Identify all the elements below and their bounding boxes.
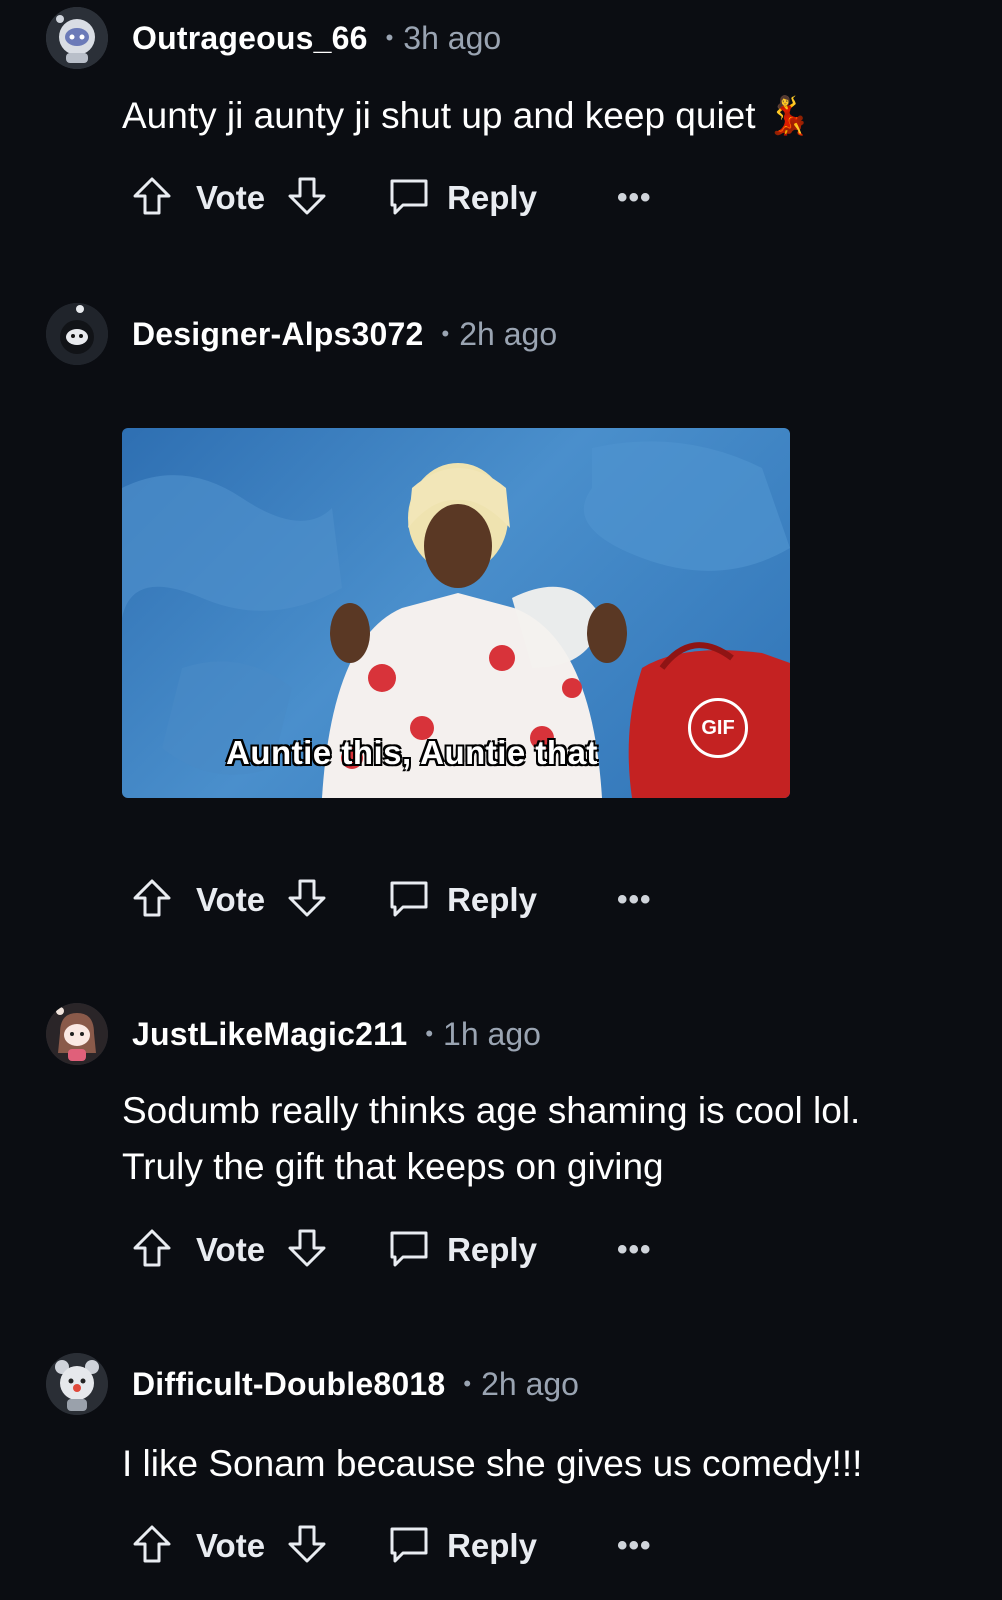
snoo-girl-icon	[46, 1003, 108, 1065]
reply-button[interactable]: Reply	[447, 179, 537, 217]
avatar[interactable]	[46, 1353, 108, 1415]
comment-text-line: Sodumb really thinks age shaming is cool…	[122, 1090, 861, 1131]
gif-embed[interactable]: Auntie this, Auntie that GIF	[122, 428, 790, 798]
comment-header: Outrageous_66 • 3h ago	[46, 6, 501, 70]
comment-text-line: Truly the gift that keeps on giving	[122, 1146, 664, 1187]
vote-label: Vote	[196, 179, 266, 216]
username[interactable]: JustLikeMagic211	[132, 1016, 407, 1053]
downvote-icon[interactable]	[285, 174, 329, 223]
reply-button[interactable]: Reply	[447, 881, 537, 919]
comment-text: I like Sonam because she gives us comedy…	[122, 1443, 863, 1484]
timestamp: 2h ago	[459, 315, 558, 352]
more-options-button[interactable]: •••	[617, 883, 652, 917]
reply-icon[interactable]	[387, 174, 431, 223]
username[interactable]: Difficult-Double8018	[132, 1366, 445, 1403]
upvote-icon[interactable]	[130, 876, 174, 925]
comment-actions: Vote Reply •••	[130, 1220, 651, 1280]
more-options-button[interactable]: •••	[617, 1529, 652, 1563]
timestamp: 1h ago	[443, 1015, 541, 1052]
upvote-icon[interactable]	[130, 1522, 174, 1571]
reply-button[interactable]: Reply	[447, 1527, 537, 1565]
timestamp: 2h ago	[481, 1365, 579, 1402]
comment-actions: Vote Reply •••	[130, 168, 651, 228]
more-options-button[interactable]: •••	[617, 1233, 652, 1267]
reply-button[interactable]: Reply	[447, 1231, 537, 1269]
comment-text: Aunty ji aunty ji shut up and keep quiet…	[122, 95, 812, 136]
gif-caption: Auntie this, Auntie that	[226, 734, 598, 771]
snoo-bear-icon	[46, 1353, 108, 1415]
vote-label: Vote	[196, 881, 266, 918]
upvote-icon[interactable]	[130, 1226, 174, 1275]
timestamp: 3h ago	[403, 19, 502, 56]
avatar[interactable]	[46, 1003, 108, 1065]
separator-dot: •	[441, 321, 450, 346]
comment-actions: Vote Reply •••	[130, 870, 651, 930]
comment-header: JustLikeMagic211 • 1h ago	[46, 1002, 541, 1066]
downvote-icon[interactable]	[285, 876, 329, 925]
gif-badge: GIF	[688, 698, 748, 758]
separator-dot: •	[425, 1021, 434, 1046]
username[interactable]: Designer-Alps3072	[132, 316, 424, 353]
reply-icon[interactable]	[387, 876, 431, 925]
comment-header: Designer-Alps3072 • 2h ago	[46, 302, 557, 366]
vote-label: Vote	[196, 1231, 266, 1268]
separator-dot: •	[385, 25, 394, 50]
reply-icon[interactable]	[387, 1226, 431, 1275]
comment-text: Sodumb really thinks age shaming is cool…	[122, 1083, 942, 1195]
downvote-icon[interactable]	[285, 1522, 329, 1571]
comment-actions: Vote Reply •••	[130, 1516, 651, 1576]
more-options-button[interactable]: •••	[617, 181, 652, 215]
snoo-astronaut-icon	[46, 7, 108, 69]
username[interactable]: Outrageous_66	[132, 20, 368, 57]
snoo-panda-icon	[46, 303, 108, 365]
reply-icon[interactable]	[387, 1522, 431, 1571]
downvote-icon[interactable]	[285, 1226, 329, 1275]
vote-label: Vote	[196, 1527, 266, 1564]
separator-dot: •	[463, 1371, 472, 1396]
upvote-icon[interactable]	[130, 174, 174, 223]
avatar[interactable]	[46, 303, 108, 365]
avatar[interactable]	[46, 7, 108, 69]
comment-header: Difficult-Double8018 • 2h ago	[46, 1352, 579, 1416]
